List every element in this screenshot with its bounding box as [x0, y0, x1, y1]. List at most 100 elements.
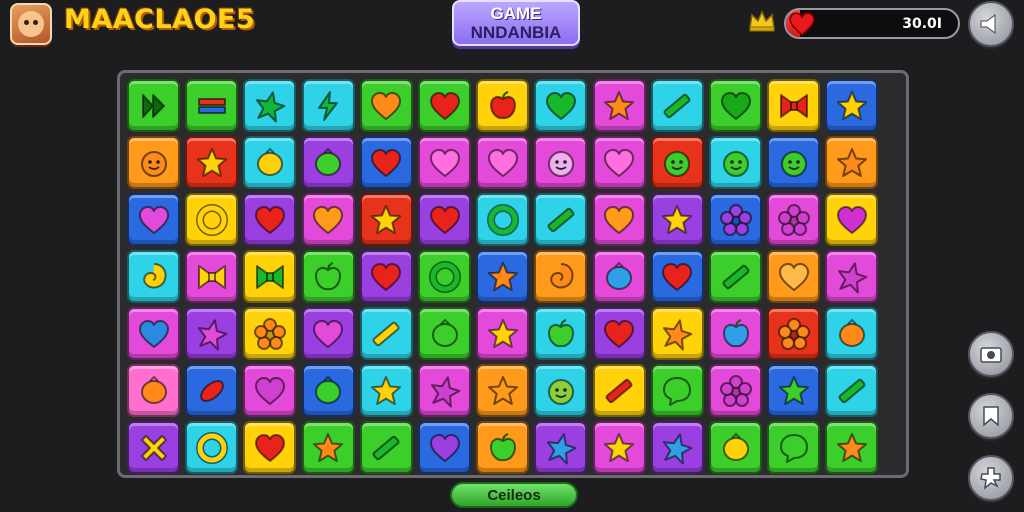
game-tile[interactable]	[418, 193, 471, 246]
game-tile[interactable]	[650, 364, 704, 417]
game-tile[interactable]	[359, 364, 413, 417]
game-tile[interactable]	[767, 79, 821, 132]
game-tile[interactable]	[534, 421, 588, 474]
game-tile[interactable]	[127, 307, 180, 360]
apple-icon	[722, 318, 749, 347]
game-tile[interactable]	[185, 250, 239, 303]
game-tile[interactable]	[534, 250, 588, 303]
game-tile[interactable]	[301, 364, 355, 417]
game-tile[interactable]	[650, 79, 704, 132]
game-tile[interactable]	[825, 79, 879, 132]
game-tile[interactable]	[185, 79, 239, 132]
game-tile[interactable]	[185, 193, 239, 246]
game-tile[interactable]	[534, 193, 588, 246]
game-tile[interactable]	[243, 193, 297, 246]
game-tile[interactable]	[709, 193, 762, 246]
game-tile[interactable]	[592, 250, 646, 303]
game-tile[interactable]	[650, 136, 704, 189]
game-tile[interactable]	[301, 79, 355, 132]
game-tile[interactable]	[476, 193, 530, 246]
game-tile[interactable]	[476, 364, 530, 417]
game-tile[interactable]	[476, 421, 530, 474]
game-tile[interactable]	[767, 250, 821, 303]
game-tile[interactable]	[359, 79, 413, 132]
game-tile[interactable]	[767, 421, 821, 474]
game-tile[interactable]	[709, 79, 762, 132]
game-tile[interactable]	[825, 136, 879, 189]
game-tile[interactable]	[418, 421, 471, 474]
game-tile[interactable]	[418, 307, 471, 360]
game-tile[interactable]	[650, 421, 704, 474]
game-tile[interactable]	[243, 136, 297, 189]
game-tile[interactable]	[127, 250, 180, 303]
blob-icon	[315, 375, 342, 404]
game-tile[interactable]	[709, 364, 762, 417]
game-tile[interactable]	[767, 364, 821, 417]
game-tile[interactable]	[825, 421, 879, 474]
game-tile[interactable]	[767, 193, 821, 246]
game-tile[interactable]	[243, 250, 297, 303]
game-tile[interactable]	[359, 307, 413, 360]
camera-button[interactable]	[968, 331, 1014, 377]
game-tile[interactable]	[476, 79, 530, 132]
game-tile[interactable]	[301, 193, 355, 246]
game-tile[interactable]	[185, 364, 239, 417]
game-tile[interactable]	[767, 136, 821, 189]
game-tile[interactable]	[185, 307, 239, 360]
game-tile[interactable]	[243, 421, 297, 474]
game-tile[interactable]	[127, 364, 180, 417]
game-tile[interactable]	[243, 79, 297, 132]
game-tile[interactable]	[359, 193, 413, 246]
game-tile[interactable]	[127, 136, 180, 189]
game-tile[interactable]	[359, 250, 413, 303]
puzzle-button[interactable]	[968, 455, 1014, 501]
game-tile[interactable]	[185, 136, 239, 189]
bottom-action-button[interactable]: Ceileos	[450, 482, 578, 508]
game-tile[interactable]	[301, 250, 355, 303]
game-tile[interactable]	[301, 307, 355, 360]
game-tile[interactable]	[243, 364, 297, 417]
game-tile[interactable]	[709, 307, 762, 360]
game-tile[interactable]	[825, 307, 879, 360]
game-tile[interactable]	[825, 250, 879, 303]
game-tile[interactable]	[592, 136, 646, 189]
game-tile[interactable]	[592, 421, 646, 474]
game-tile[interactable]	[359, 136, 413, 189]
game-tile[interactable]	[301, 421, 355, 474]
game-tile[interactable]	[534, 364, 588, 417]
game-tile[interactable]	[534, 136, 588, 189]
game-tile[interactable]	[534, 79, 588, 132]
game-tile[interactable]	[127, 79, 180, 132]
game-tile[interactable]	[592, 364, 646, 417]
game-tile[interactable]	[359, 421, 413, 474]
sound-button[interactable]	[968, 1, 1014, 47]
game-tile[interactable]	[476, 136, 530, 189]
game-tile[interactable]	[767, 307, 821, 360]
game-tile[interactable]	[243, 307, 297, 360]
game-tile[interactable]	[534, 307, 588, 360]
game-tile[interactable]	[418, 136, 471, 189]
game-tile[interactable]	[418, 79, 471, 132]
game-tile[interactable]	[592, 307, 646, 360]
game-tile[interactable]	[592, 193, 646, 246]
game-tile[interactable]	[418, 250, 471, 303]
game-tile[interactable]	[185, 421, 239, 474]
game-tile[interactable]	[825, 193, 879, 246]
game-tile[interactable]	[418, 364, 471, 417]
game-tile[interactable]	[301, 136, 355, 189]
game-tile[interactable]	[476, 250, 530, 303]
player-avatar[interactable]	[10, 3, 52, 45]
game-tile[interactable]	[476, 307, 530, 360]
swirl-icon	[142, 262, 166, 288]
game-tile[interactable]	[127, 193, 180, 246]
game-tile[interactable]	[592, 79, 646, 132]
bookmark-button[interactable]	[968, 393, 1014, 439]
game-tile[interactable]	[127, 421, 180, 474]
game-tile[interactable]	[650, 307, 704, 360]
game-tile[interactable]	[650, 250, 704, 303]
game-tile[interactable]	[709, 136, 762, 189]
game-tile[interactable]	[825, 364, 879, 417]
game-tile[interactable]	[709, 421, 762, 474]
game-tile[interactable]	[650, 193, 704, 246]
game-tile[interactable]	[709, 250, 762, 303]
